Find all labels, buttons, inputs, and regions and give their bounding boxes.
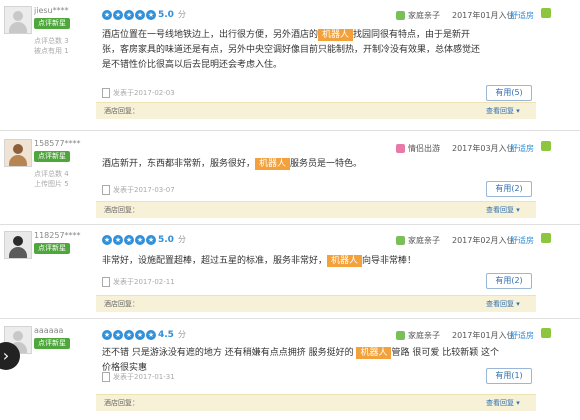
star-icon: ★ (113, 10, 123, 20)
trip-type: 家庭亲子 (396, 10, 440, 21)
user-badge: 点评新星 (34, 151, 70, 162)
review-item-2: 158577**** 点评新星 点评总数 4 上传图片 5 情侣出游 2017年… (0, 133, 580, 223)
document-icon (102, 277, 110, 287)
hotel-reply-bar: 酒店回复： 查看回复 ▾ (96, 295, 536, 312)
publish-date: 发表于2017-01-31 (102, 372, 175, 382)
star-icon: ★ (146, 235, 156, 245)
review-item-1: jiesu**** 点评新星 点评总数 3 被点有用 1 ★ ★ ★ ★ ★ 5… (0, 0, 580, 120)
review-text: 酒店新开，东西都非常新，服务很好， 机器人 服务员是一特色。 (102, 158, 363, 170)
score: 5.0 分 (158, 10, 186, 20)
reply-label: 酒店回复： (104, 300, 139, 308)
thumb-up-icon (541, 141, 551, 151)
view-reply-link[interactable]: 查看回复 ▾ (486, 106, 520, 116)
avatar[interactable] (4, 231, 32, 259)
avatar[interactable] (4, 6, 32, 34)
star-icon: ★ (102, 235, 112, 245)
review-item-4: aaaaaa 点评新星 ★ ★ ★ ★ ★ 4.5 分 家庭亲子 2017年01月… (0, 320, 580, 420)
star-icon: ★ (135, 10, 145, 20)
reply-label: 酒店回复： (104, 206, 139, 214)
divider (0, 130, 580, 131)
useful-button[interactable]: 有用(2) (486, 273, 532, 289)
thumb-up-icon (541, 233, 551, 243)
username[interactable]: 158577**** (34, 139, 81, 148)
useful-button[interactable]: 有用(2) (486, 181, 532, 197)
useful-button[interactable]: 有用(1) (486, 368, 532, 384)
user-badge: 点评新星 (34, 243, 70, 254)
review-count: 点评总数 3 (34, 37, 69, 45)
highlight-keyword: 机器人 (356, 347, 392, 359)
user-badge: 点评新星 (34, 338, 70, 349)
useful-button[interactable]: 有用(5) (486, 85, 532, 101)
avatar[interactable] (4, 139, 32, 167)
document-icon (102, 372, 110, 382)
star-icon: ★ (135, 235, 145, 245)
reply-label: 酒店回复： (104, 107, 139, 115)
photo-count: 上传图片 5 (34, 180, 69, 188)
couple-icon (396, 144, 405, 153)
highlight-keyword: 机器人 (255, 158, 291, 170)
trip-type: 情侣出游 (396, 143, 440, 154)
family-icon (396, 236, 405, 245)
star-icon: ★ (102, 10, 112, 20)
score: 5.0 分 (158, 235, 186, 245)
star-icon: ★ (124, 10, 134, 20)
thumb-up-icon (541, 8, 551, 18)
star-icon: ★ (124, 330, 134, 340)
rating-stars: ★ ★ ★ ★ ★ (102, 10, 156, 20)
username[interactable]: 118257**** (34, 231, 81, 240)
useful-count: 被点有用 1 (34, 47, 69, 55)
star-icon: ★ (113, 330, 123, 340)
score: 4.5 分 (158, 330, 186, 340)
family-icon (396, 11, 405, 20)
user-badge: 点评新星 (34, 18, 70, 29)
view-reply-link[interactable]: 查看回复 ▾ (486, 205, 520, 215)
star-icon: ★ (135, 330, 145, 340)
stay-date: 2017年01月入住 (452, 331, 515, 340)
star-icon: ★ (102, 330, 112, 340)
rating-stars: ★ ★ ★ ★ ★ (102, 235, 156, 245)
rating-stars: ★ ★ ★ ★ ★ (102, 330, 156, 340)
view-reply-link[interactable]: 查看回复 ▾ (486, 398, 520, 408)
publish-date: 发表于2017-03-07 (102, 185, 175, 195)
publish-date: 发表于2017-02-11 (102, 277, 175, 287)
document-icon (102, 185, 110, 195)
review-count: 点评总数 4 (34, 170, 69, 178)
document-icon (102, 88, 110, 98)
room-type: 舒适房 (510, 11, 534, 20)
review-item-3: 118257**** 点评新星 ★ ★ ★ ★ ★ 5.0 分 家庭亲子 2017… (0, 225, 580, 315)
username[interactable]: aaaaaa (34, 326, 63, 335)
star-icon: ★ (146, 10, 156, 20)
highlight-keyword: 机器人 (327, 255, 363, 267)
hotel-reply-bar: 酒店回复： 查看回复 ▾ (96, 102, 536, 119)
stay-date: 2017年01月入住 (452, 11, 515, 20)
thumb-up-icon (541, 328, 551, 338)
view-reply-link[interactable]: 查看回复 ▾ (486, 299, 520, 309)
divider (0, 318, 580, 319)
room-type: 舒适房 (510, 144, 534, 153)
hotel-reply-bar: 酒店回复： 查看回复 ▾ (96, 201, 536, 218)
star-icon: ★ (146, 330, 156, 340)
trip-type: 家庭亲子 (396, 235, 440, 246)
stay-date: 2017年03月入住 (452, 144, 515, 153)
hotel-reply-bar: 酒店回复： 查看回复 ▾ (96, 394, 536, 411)
room-type: 舒适房 (510, 236, 534, 245)
family-icon (396, 331, 405, 340)
reply-label: 酒店回复： (104, 399, 139, 407)
review-text: 酒店位置在一号线地铁边上，出行很方便，另外酒店的 机器人 找园同很有特点，由于是新开… (102, 29, 481, 70)
stay-date: 2017年02月入住 (452, 236, 515, 245)
highlight-keyword: 机器人 (318, 29, 354, 41)
username[interactable]: jiesu**** (34, 6, 69, 15)
trip-type: 家庭亲子 (396, 330, 440, 341)
room-type: 舒适房 (510, 331, 534, 340)
publish-date: 发表于2017-02-03 (102, 88, 175, 98)
review-text: 非常好，设施配置超棒，超过五星的标准，服务非常好， 机器人 向导非常棒！ (102, 255, 417, 267)
star-icon: ★ (124, 235, 134, 245)
star-icon: ★ (113, 235, 123, 245)
